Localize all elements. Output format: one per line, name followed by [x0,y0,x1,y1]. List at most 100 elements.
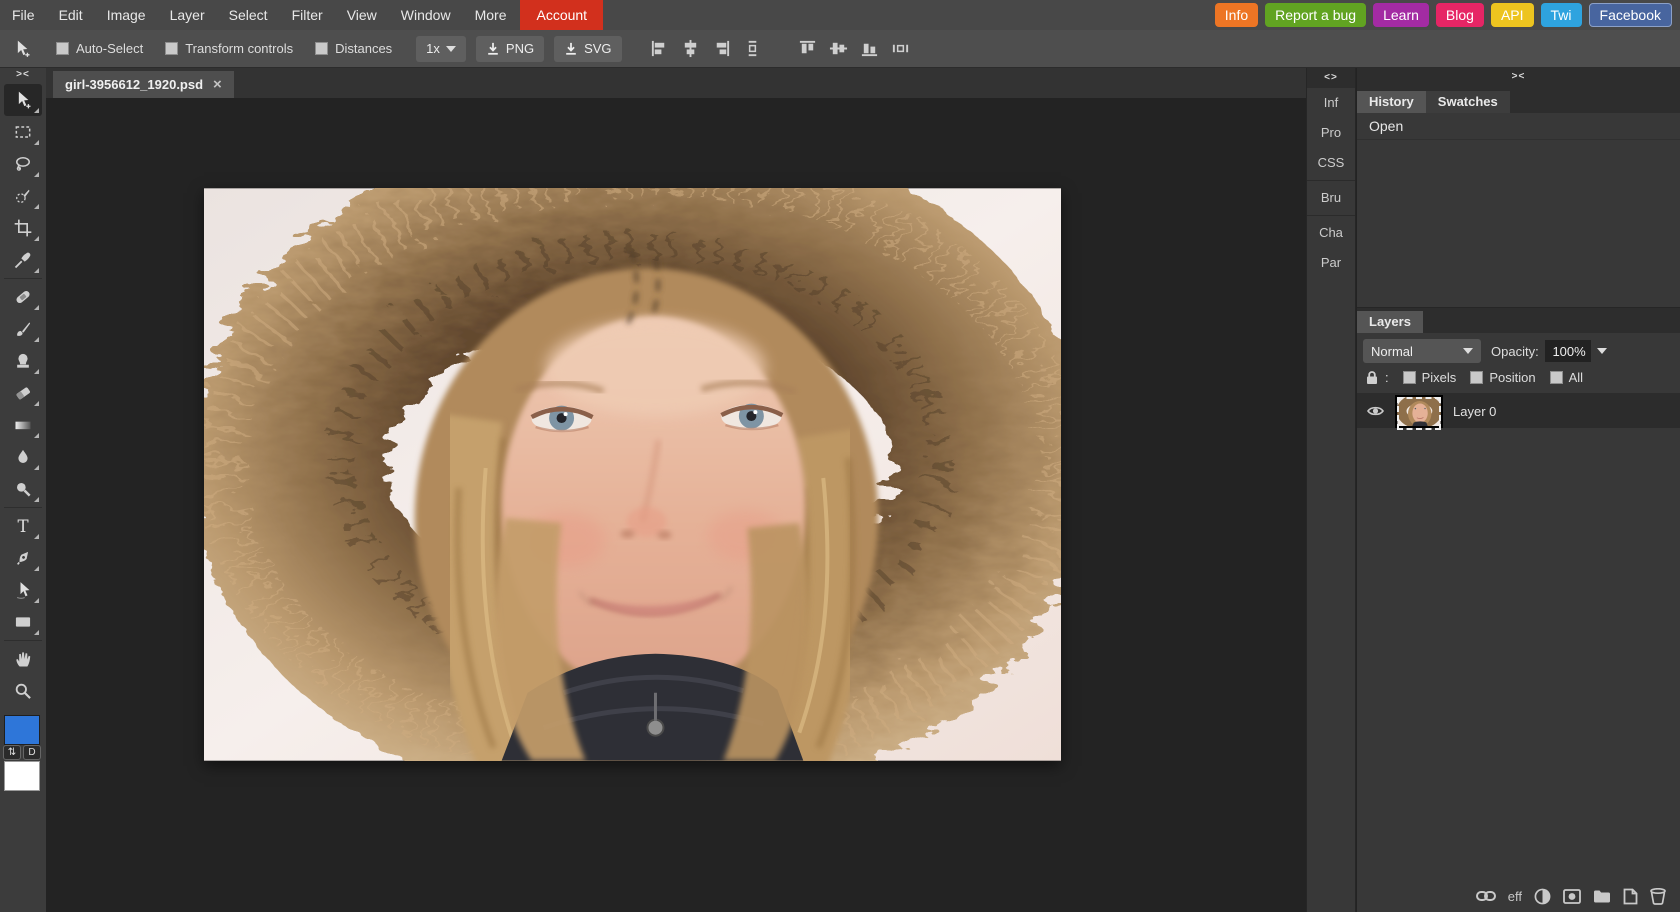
canvas-area[interactable] [46,98,1306,912]
align-middle-vertical-icon[interactable] [829,39,848,58]
learn-button[interactable]: Learn [1373,3,1429,27]
tab-history[interactable]: History [1357,91,1426,113]
path-select-icon [13,580,33,600]
distribute-vertical-icon[interactable] [743,39,762,58]
move-cursor-icon [12,39,32,59]
eraser-tool[interactable] [4,377,42,409]
new-layer-icon[interactable] [1623,888,1638,905]
lock-pixels-checkbox[interactable] [1403,371,1416,384]
account-button[interactable]: Account [520,0,603,30]
distribute-horizontal-icon[interactable] [891,39,910,58]
layer-name[interactable]: Layer 0 [1453,404,1496,419]
menu-image[interactable]: Image [95,0,158,30]
history-entry-open[interactable]: Open [1357,113,1680,140]
panel-tab-channels[interactable]: Cha [1307,218,1355,248]
link-layers-icon[interactable] [1476,890,1496,902]
auto-select-checkbox[interactable]: Auto-Select [56,41,143,56]
move-tool[interactable] [4,84,42,116]
transform-controls-checkbox[interactable]: Transform controls [165,41,293,56]
panel-tab-paragraph[interactable]: Par [1307,248,1355,278]
toolbar-collapse-toggle[interactable]: >< [0,68,46,84]
zoom-level-dropdown[interactable]: 1x [416,36,466,62]
swap-colors-button[interactable]: ⇅ [3,745,21,760]
twitter-button[interactable]: Twi [1541,3,1582,27]
adjustment-layer-icon[interactable] [1534,888,1551,905]
align-center-horizontal-icon[interactable] [681,39,700,58]
layer-visibility-toggle[interactable] [1365,405,1385,417]
crop-tool[interactable] [4,212,42,244]
delete-layer-icon[interactable] [1650,888,1666,905]
background-color-swatch[interactable] [4,761,40,791]
layer-thumbnail[interactable] [1395,395,1443,428]
panel-collapse-toggle[interactable]: >< [1357,68,1680,88]
layer-effects-button[interactable]: eff [1508,889,1522,904]
panel-tab-properties[interactable]: Pro [1307,118,1355,148]
export-svg-button[interactable]: SVG [554,36,621,62]
layer-row[interactable]: Layer 0 [1357,394,1680,428]
document-tab[interactable]: girl-3956612_1920.psd × [53,71,234,98]
foreground-color-swatch[interactable] [4,715,40,745]
menu-view[interactable]: View [335,0,389,30]
eyedropper-tool[interactable] [4,244,42,276]
zoom-tool[interactable] [4,675,42,707]
crop-icon [13,218,33,238]
lock-position-checkbox[interactable] [1470,371,1483,384]
quick-selection-tool[interactable] [4,180,42,212]
align-bottom-icon[interactable] [860,39,879,58]
blend-mode-value: Normal [1371,344,1413,359]
panel-tab-brush[interactable]: Bru [1307,183,1355,213]
rectangle-shape-tool[interactable] [4,606,42,638]
strip-collapse-toggle[interactable]: <> [1307,68,1355,88]
panel-tab-css[interactable]: CSS [1307,148,1355,178]
api-button[interactable]: API [1491,3,1534,27]
export-png-label: PNG [506,41,534,56]
distances-checkbox[interactable]: Distances [315,41,392,56]
layers-controls: Normal Opacity: 100% [1357,333,1680,368]
checkbox-icon[interactable] [165,42,178,55]
spot-healing-tool[interactable] [4,281,42,313]
opacity-value-field[interactable]: 100% [1545,340,1591,362]
tab-layers[interactable]: Layers [1357,311,1423,333]
dodge-tool[interactable] [4,473,42,505]
export-png-button[interactable]: PNG [476,36,544,62]
clone-stamp-tool[interactable] [4,345,42,377]
photopea-app: File Edit Image Layer Select Filter View… [0,0,1680,912]
menu-layer[interactable]: Layer [158,0,217,30]
lock-all-checkbox[interactable] [1550,371,1563,384]
tools-sidebar: >< [0,68,46,912]
menu-window[interactable]: Window [389,0,463,30]
facebook-button[interactable]: Facebook [1589,3,1672,27]
menu-filter[interactable]: Filter [280,0,335,30]
menu-more[interactable]: More [463,0,519,30]
type-tool[interactable]: T [4,510,42,542]
align-right-icon[interactable] [712,39,731,58]
lasso-tool[interactable] [4,148,42,180]
default-colors-button[interactable]: D [23,745,41,760]
document-image[interactable] [204,188,1061,761]
opacity-dropdown-icon[interactable] [1597,348,1607,354]
pen-tool[interactable] [4,542,42,574]
info-button[interactable]: Info [1215,3,1258,27]
tab-swatches[interactable]: Swatches [1426,91,1510,113]
blend-mode-dropdown[interactable]: Normal [1363,339,1481,363]
marquee-select-tool[interactable] [4,116,42,148]
layer-mask-icon[interactable] [1563,889,1581,904]
menu-edit[interactable]: Edit [47,0,95,30]
close-icon[interactable]: × [213,77,222,92]
new-folder-icon[interactable] [1593,889,1611,903]
brush-tool[interactable] [4,313,42,345]
menu-file[interactable]: File [0,0,47,30]
blur-tool[interactable] [4,441,42,473]
align-top-icon[interactable] [798,39,817,58]
report-bug-button[interactable]: Report a bug [1265,3,1366,27]
checkbox-icon[interactable] [315,42,328,55]
checkbox-icon[interactable] [56,42,69,55]
hand-tool[interactable] [4,643,42,675]
blog-button[interactable]: Blog [1436,3,1484,27]
opacity-label: Opacity: [1491,344,1539,359]
panel-tab-info[interactable]: Inf [1307,88,1355,118]
align-left-icon[interactable] [650,39,669,58]
menu-select[interactable]: Select [217,0,280,30]
path-select-tool[interactable] [4,574,42,606]
gradient-tool[interactable] [4,409,42,441]
